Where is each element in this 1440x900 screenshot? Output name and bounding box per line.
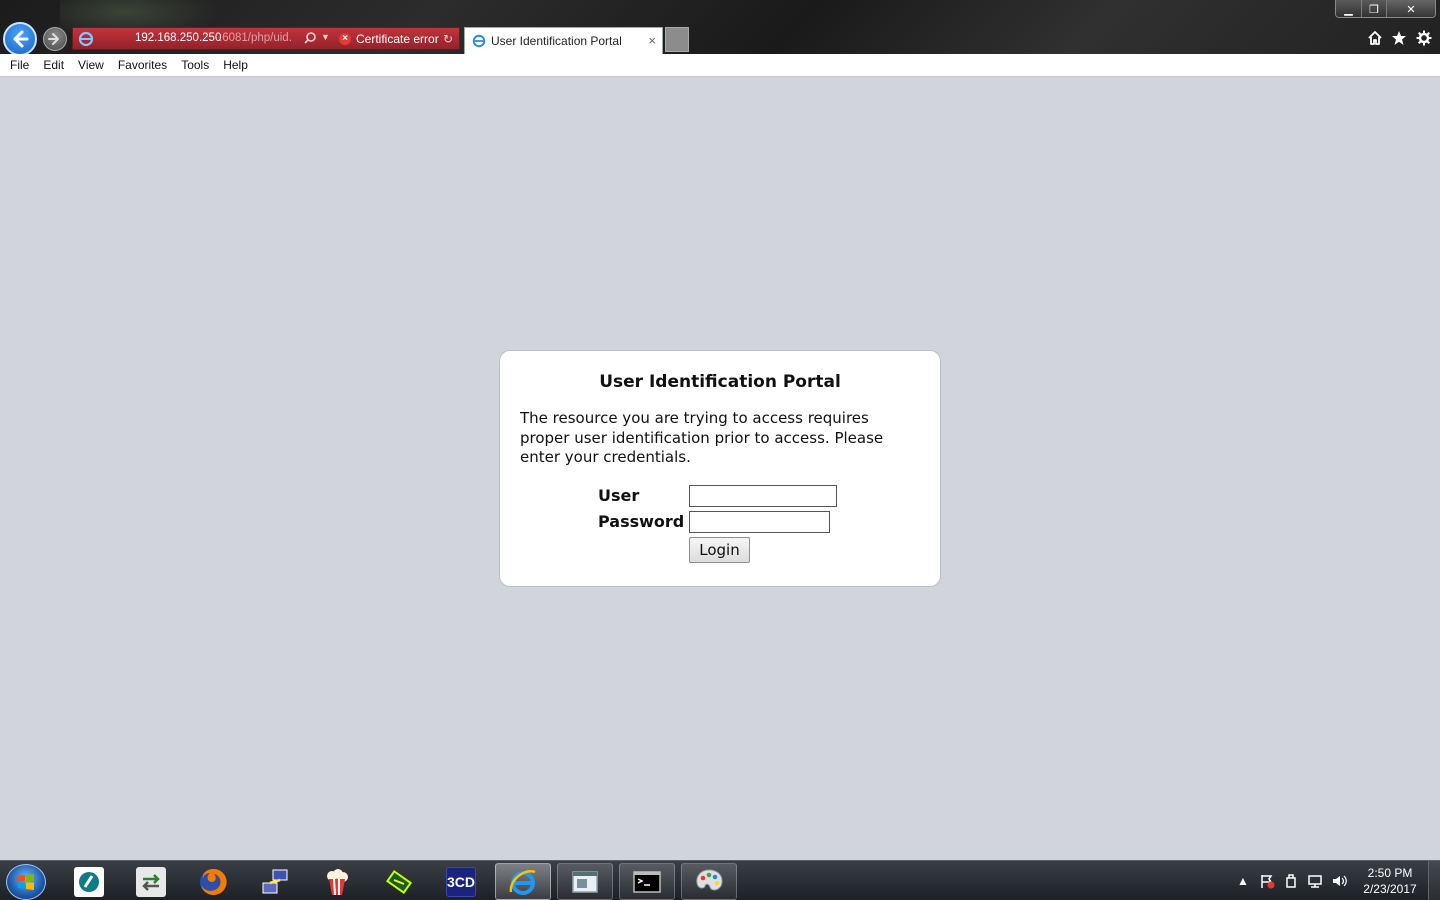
back-arrow-icon — [13, 30, 29, 48]
app-n-glyph-icon — [79, 871, 99, 892]
safely-remove-hardware-icon[interactable] — [1283, 873, 1299, 889]
taskbar-internet-explorer[interactable] — [495, 863, 551, 900]
minimize-button[interactable]: ▁ — [1336, 0, 1362, 17]
start-button[interactable] — [6, 864, 46, 900]
network-tool-icon — [262, 869, 288, 893]
menu-edit[interactable]: Edit — [36, 54, 71, 77]
action-center-flag-icon[interactable] — [1259, 873, 1275, 889]
taskbar-app-n[interactable] — [61, 863, 117, 900]
address-bar[interactable]: 192.168.250.250 :6081/php/uid. ▼ × Certi… — [72, 27, 460, 50]
3cd-icon: 3CD — [446, 866, 476, 897]
url-host: 192.168.250.250 — [135, 32, 222, 44]
ie-tab-icon — [472, 34, 486, 48]
menu-bar: File Edit View Favorites Tools Help — [0, 54, 1440, 77]
certificate-error-icon[interactable]: × — [339, 33, 351, 45]
popcorn-icon — [327, 868, 348, 895]
favorites-star-icon[interactable] — [1391, 30, 1407, 46]
close-window-button[interactable]: ✕ — [1387, 0, 1435, 17]
url-path: :6081/php/uid. — [219, 32, 292, 44]
app-window-icon — [572, 870, 598, 893]
menu-tools[interactable]: Tools — [174, 54, 216, 77]
portal-description: The resource you are trying to access re… — [520, 409, 884, 466]
menu-view[interactable]: View — [71, 54, 111, 77]
home-icon[interactable] — [1367, 30, 1383, 46]
taskbar-ftp-client[interactable] — [371, 863, 427, 900]
forward-arrow-icon — [48, 33, 59, 45]
paint-palette-icon — [696, 868, 723, 890]
password-input[interactable] — [689, 511, 830, 533]
command-prompt-icon — [633, 870, 661, 893]
browser-titlebar: ▁ ❐ ✕ 192.168.250.250 :6081/php/uid. ▼ ×… — [0, 0, 1440, 56]
transfer-arrows-icon — [142, 873, 160, 891]
tab-user-identification-portal[interactable]: User Identification Portal × — [464, 27, 663, 54]
close-tab-icon[interactable]: × — [648, 33, 656, 48]
login-panel: User Identification Portal The resource … — [499, 350, 941, 587]
volume-icon[interactable] — [1331, 873, 1347, 889]
taskbar: 3CD ▲ 2:50 PM 2/23/2017 — [0, 860, 1440, 900]
internet-explorer-icon — [509, 869, 536, 895]
clock-date: 2/23/2017 — [1363, 882, 1417, 896]
back-button[interactable] — [3, 22, 37, 56]
gear-icon[interactable] — [1416, 30, 1432, 46]
taskbar-firefox[interactable] — [185, 863, 241, 900]
system-clock[interactable]: 2:50 PM 2/23/2017 — [1356, 865, 1424, 897]
taskbar-app-window[interactable] — [557, 863, 613, 900]
password-label: Password — [598, 512, 685, 531]
user-input[interactable] — [689, 485, 837, 507]
app-n-icon — [74, 866, 104, 897]
network-icon[interactable] — [1307, 873, 1323, 889]
portal-title: User Identification Portal — [599, 372, 841, 392]
taskbar-transfer[interactable] — [123, 863, 179, 900]
clock-time: 2:50 PM — [1367, 866, 1413, 880]
windows-logo-icon — [18, 874, 34, 890]
taskbar-paint[interactable] — [681, 863, 737, 900]
taskbar-3cd[interactable]: 3CD — [433, 863, 489, 900]
ie-page-icon — [78, 31, 94, 47]
user-label: User — [598, 486, 640, 505]
maximize-button[interactable]: ❐ — [1362, 0, 1387, 17]
taskbar-network-tool[interactable] — [247, 863, 303, 900]
window-controls: ▁ ❐ ✕ — [1335, 0, 1436, 18]
menu-favorites[interactable]: Favorites — [111, 54, 174, 77]
transfer-icon — [136, 866, 166, 897]
search-icon[interactable] — [303, 31, 317, 45]
new-tab-button[interactable] — [665, 27, 689, 52]
firefox-icon — [200, 868, 227, 895]
taskbar-popcorn-time[interactable] — [309, 863, 365, 900]
refresh-icon[interactable]: ↻ — [443, 32, 453, 46]
menu-file[interactable]: File — [3, 54, 36, 77]
tab-title: User Identification Portal — [491, 34, 622, 48]
menu-help[interactable]: Help — [216, 54, 255, 77]
login-button[interactable]: Login — [689, 537, 750, 563]
taskbar-command-prompt[interactable] — [619, 863, 675, 900]
show-desktop-button[interactable] — [1428, 861, 1440, 900]
page-content: User Identification Portal The resource … — [0, 77, 1440, 860]
tray-overflow-icon[interactable]: ▲ — [1237, 861, 1249, 900]
ftp-client-icon — [385, 869, 413, 894]
certificate-error-label[interactable]: Certificate error — [356, 32, 439, 46]
forward-button[interactable] — [43, 27, 67, 51]
chevron-down-icon[interactable]: ▼ — [321, 32, 330, 42]
